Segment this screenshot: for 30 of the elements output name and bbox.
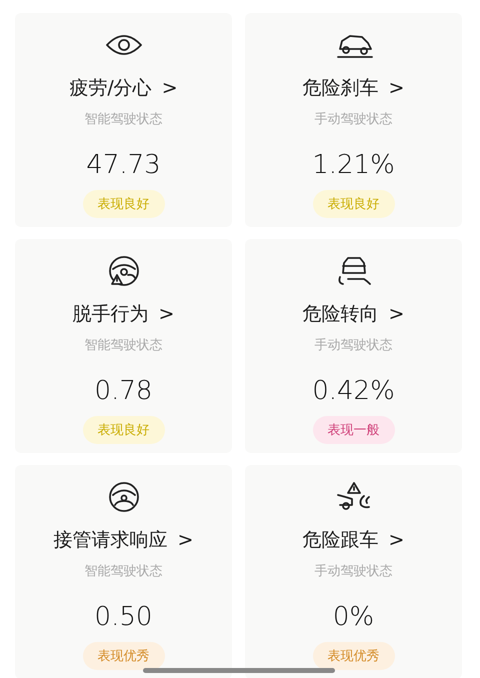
card-title: 接管请求响应 bbox=[54, 528, 168, 553]
rating-badge: 表现优秀 bbox=[82, 642, 164, 670]
chevron-icon[interactable]: > bbox=[178, 529, 194, 551]
card-subtitle: 智能驾驶状态 bbox=[84, 337, 162, 354]
chevron-icon[interactable]: > bbox=[158, 303, 174, 325]
card-title: 危险转向 bbox=[302, 302, 379, 327]
metric-value: 1.21% bbox=[312, 150, 395, 180]
rating-badge: 表现良好 bbox=[82, 416, 164, 444]
card-subtitle: 智能驾驶状态 bbox=[84, 563, 162, 580]
card-subtitle: 手动驾驶状态 bbox=[314, 563, 392, 580]
card-subtitle: 智能驾驶状态 bbox=[84, 111, 162, 128]
chevron-icon[interactable]: > bbox=[388, 529, 404, 551]
card-title: 疲劳/分心 bbox=[69, 76, 152, 101]
rating-badge: 表现优秀 bbox=[312, 642, 394, 670]
chevron-icon[interactable]: > bbox=[388, 303, 404, 325]
card-subtitle: 手动驾驶状态 bbox=[314, 337, 392, 354]
chevron-icon[interactable]: > bbox=[388, 77, 404, 99]
chevron-icon[interactable]: > bbox=[162, 77, 178, 99]
metric-value: 0.50 bbox=[94, 602, 152, 632]
metric-value: 0.78 bbox=[94, 376, 152, 406]
metric-value: 0.42% bbox=[312, 376, 395, 406]
card-title: 危险跟车 bbox=[302, 528, 379, 553]
rating-badge: 表现一般 bbox=[312, 416, 394, 444]
rating-badge: 表现良好 bbox=[312, 190, 394, 218]
metric-value: 0% bbox=[332, 602, 374, 632]
card-title: 脱手行为 bbox=[72, 302, 149, 327]
metric-value: 47.73 bbox=[86, 150, 161, 180]
card-subtitle: 手动驾驶状态 bbox=[314, 111, 392, 128]
rating-badge: 表现良好 bbox=[82, 190, 164, 218]
card-title: 危险刹车 bbox=[302, 76, 379, 101]
